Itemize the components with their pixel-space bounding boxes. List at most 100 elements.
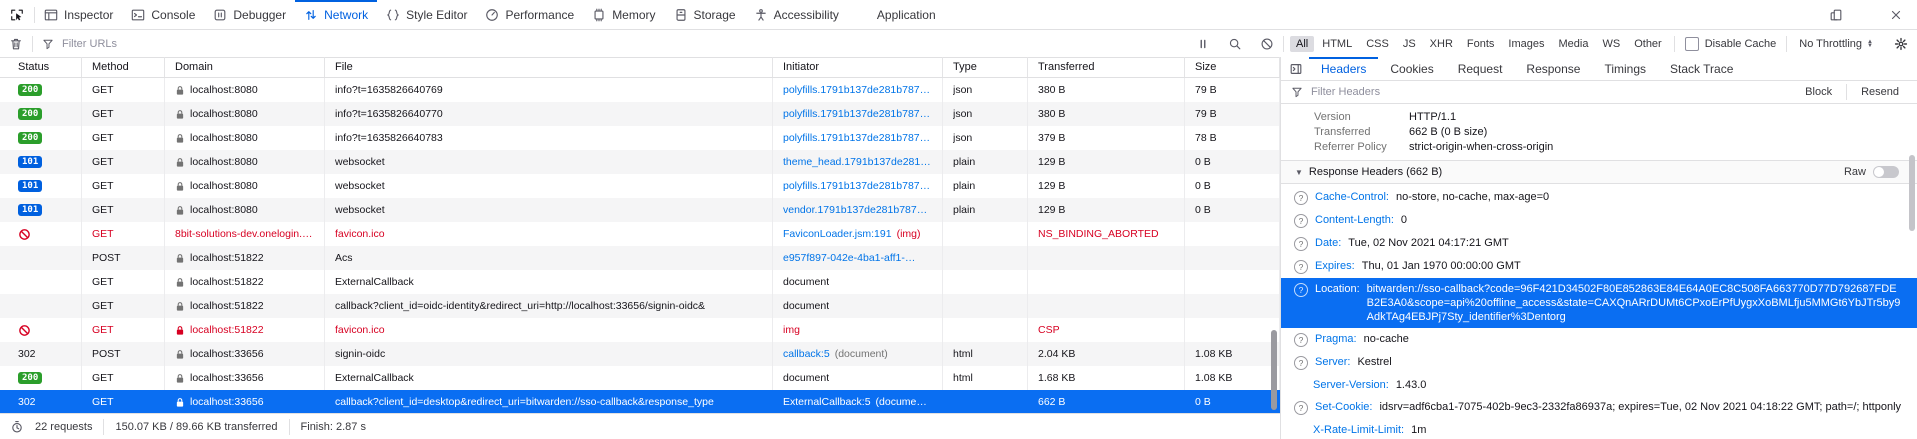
- request-row[interactable]: 200GETlocalhost:8080info?t=1635826640769…: [0, 78, 1280, 102]
- details-tab-headers[interactable]: Headers: [1309, 57, 1378, 80]
- tab-accessibility[interactable]: Accessibility: [745, 0, 848, 29]
- header-row[interactable]: ?Expires:Thu, 01 Jan 1970 00:00:00 GMT: [1281, 255, 1917, 278]
- meatball-menu-icon[interactable]: [1859, 8, 1873, 22]
- resend-button[interactable]: Resend: [1853, 86, 1907, 98]
- request-row[interactable]: 200GETlocalhost:33656ExternalCallbackdoc…: [0, 366, 1280, 390]
- network-settings-button[interactable]: [1885, 30, 1917, 57]
- request-row[interactable]: 302POSTlocalhost:33656signin-oidccallbac…: [0, 342, 1280, 366]
- request-row[interactable]: 101GETlocalhost:8080websocketpolyfills.1…: [0, 174, 1280, 198]
- filter-type-all[interactable]: All: [1290, 36, 1314, 52]
- disable-cache-checkbox[interactable]: [1685, 37, 1699, 51]
- request-row[interactable]: POSTlocalhost:51822Acse957f897-042e-4ba1…: [0, 246, 1280, 270]
- clear-requests-button[interactable]: [0, 30, 32, 57]
- request-row[interactable]: 101GETlocalhost:8080websockettheme_head.…: [0, 150, 1280, 174]
- domain-cell: localhost:33656: [165, 342, 325, 366]
- tab-debugger[interactable]: Debugger: [204, 0, 295, 29]
- transferred-label: 380 B: [1038, 84, 1065, 96]
- column-header-domain[interactable]: Domain: [165, 57, 325, 77]
- header-row[interactable]: ?Set-Cookie:idsrv=adf6cba1-7075-402b-9ec…: [1281, 396, 1917, 419]
- filter-type-xhr[interactable]: XHR: [1424, 36, 1459, 52]
- details-scrollbar[interactable]: [1909, 155, 1915, 231]
- request-row[interactable]: 101GETlocalhost:8080websocketvendor.1791…: [0, 198, 1280, 222]
- filter-type-images[interactable]: Images: [1502, 36, 1550, 52]
- initiator-link[interactable]: vendor.1791b137de281b787…: [783, 204, 927, 216]
- request-row[interactable]: 200GETlocalhost:8080info?t=1635826640770…: [0, 102, 1280, 126]
- header-row[interactable]: Server-Version:1.43.0: [1281, 374, 1917, 396]
- request-row[interactable]: GETlocalhost:51822callback?client_id=oid…: [0, 294, 1280, 318]
- block-button[interactable]: Block: [1797, 86, 1840, 98]
- tab-performance[interactable]: Performance: [476, 0, 583, 29]
- raw-toggle[interactable]: [1873, 166, 1899, 178]
- header-row[interactable]: ?Date:Tue, 02 Nov 2021 04:17:21 GMT: [1281, 232, 1917, 255]
- header-row[interactable]: ?Location:bitwarden://sso-callback?code=…: [1281, 278, 1917, 328]
- help-icon[interactable]: ?: [1294, 401, 1308, 415]
- filter-type-fonts[interactable]: Fonts: [1461, 36, 1501, 52]
- initiator-link[interactable]: ExternalCallback:5: [783, 396, 871, 408]
- pause-traffic-button[interactable]: [1187, 30, 1219, 57]
- initiator-link[interactable]: polyfills.1791b137de281b787…: [783, 132, 930, 144]
- header-row[interactable]: X-Rate-Limit-Limit:1m: [1281, 419, 1917, 439]
- tab-memory[interactable]: Memory: [583, 0, 664, 29]
- help-icon[interactable]: ?: [1294, 356, 1308, 370]
- details-tab-request[interactable]: Request: [1446, 57, 1515, 80]
- header-row[interactable]: ?Content-Length:0: [1281, 209, 1917, 232]
- request-list-scrollbar[interactable]: [1271, 330, 1277, 410]
- help-icon[interactable]: ?: [1294, 333, 1308, 347]
- tab-console[interactable]: Console: [122, 0, 204, 29]
- details-tab-cookies[interactable]: Cookies: [1378, 57, 1445, 80]
- filter-type-css[interactable]: CSS: [1360, 36, 1395, 52]
- throttling-dropdown[interactable]: No Throttling ▲▼: [1787, 38, 1885, 50]
- help-icon[interactable]: ?: [1294, 214, 1308, 228]
- details-tab-stack-trace[interactable]: Stack Trace: [1658, 57, 1745, 80]
- initiator-link[interactable]: polyfills.1791b137de281b787…: [783, 180, 930, 192]
- filter-type-ws[interactable]: WS: [1596, 36, 1626, 52]
- icon-spacer: [1294, 423, 1306, 435]
- close-icon[interactable]: [1889, 8, 1903, 22]
- tab-storage[interactable]: Storage: [665, 0, 745, 29]
- column-header-transferred[interactable]: Transferred: [1028, 57, 1185, 77]
- initiator-link[interactable]: FaviconLoader.jsm:191: [783, 228, 892, 240]
- column-header-file[interactable]: File: [325, 57, 773, 77]
- initiator-link[interactable]: e957f897-042e-4ba1-aff1-…: [783, 252, 915, 264]
- header-row[interactable]: ?Pragma:no-cache: [1281, 328, 1917, 351]
- tab-style-editor[interactable]: Style Editor: [377, 0, 476, 29]
- filter-type-media[interactable]: Media: [1553, 36, 1595, 52]
- tab-inspector[interactable]: Inspector: [35, 0, 122, 29]
- responsive-design-icon[interactable]: [1829, 8, 1843, 22]
- column-header-status[interactable]: Status: [0, 57, 82, 77]
- request-row[interactable]: 302GETlocalhost:33656callback?client_id=…: [0, 390, 1280, 413]
- column-header-method[interactable]: Method: [82, 57, 165, 77]
- details-tab-response[interactable]: Response: [1514, 57, 1592, 80]
- header-row[interactable]: ?Server:Kestrel: [1281, 351, 1917, 374]
- header-row[interactable]: ?Cache-Control:no-store, no-cache, max-a…: [1281, 186, 1917, 209]
- sidebar-toggle-icon[interactable]: [1289, 62, 1303, 76]
- details-tab-timings[interactable]: Timings: [1592, 57, 1658, 80]
- help-icon[interactable]: ?: [1294, 191, 1308, 205]
- help-icon[interactable]: ?: [1294, 283, 1308, 297]
- tab-network[interactable]: Network: [295, 0, 377, 29]
- pick-element-button[interactable]: [0, 0, 34, 29]
- initiator-link[interactable]: callback:5: [783, 348, 830, 360]
- tab-application[interactable]: Application: [848, 0, 945, 29]
- help-icon[interactable]: ?: [1294, 260, 1308, 274]
- initiator-link[interactable]: theme_head.1791b137de281…: [783, 156, 931, 168]
- column-header-size[interactable]: Size: [1185, 57, 1280, 77]
- initiator-link[interactable]: polyfills.1791b137de281b787…: [783, 108, 930, 120]
- filter-type-other[interactable]: Other: [1628, 36, 1668, 52]
- filter-urls-input[interactable]: [60, 37, 1187, 51]
- initiator-link[interactable]: polyfills.1791b137de281b787…: [783, 84, 930, 96]
- request-row[interactable]: GETlocalhost:51822ExternalCallbackdocume…: [0, 270, 1280, 294]
- response-headers-section[interactable]: ▼ Response Headers (662 B) Raw: [1281, 161, 1917, 184]
- disable-cache-control[interactable]: Disable Cache: [1675, 37, 1787, 51]
- request-row[interactable]: GETlocalhost:51822favicon.icoimgCSP: [0, 318, 1280, 342]
- filter-type-html[interactable]: HTML: [1316, 36, 1358, 52]
- request-row[interactable]: 200GETlocalhost:8080info?t=1635826640783…: [0, 126, 1280, 150]
- request-row[interactable]: GET8bit-solutions-dev.onelogin.…favicon.…: [0, 222, 1280, 246]
- column-header-initiator[interactable]: Initiator: [773, 57, 943, 77]
- filter-headers-input[interactable]: [1309, 85, 1791, 99]
- help-icon[interactable]: ?: [1294, 237, 1308, 251]
- column-header-type[interactable]: Type: [943, 57, 1028, 77]
- filter-type-js[interactable]: JS: [1397, 36, 1422, 52]
- search-button[interactable]: [1219, 30, 1251, 57]
- request-blocking-button[interactable]: [1251, 30, 1283, 57]
